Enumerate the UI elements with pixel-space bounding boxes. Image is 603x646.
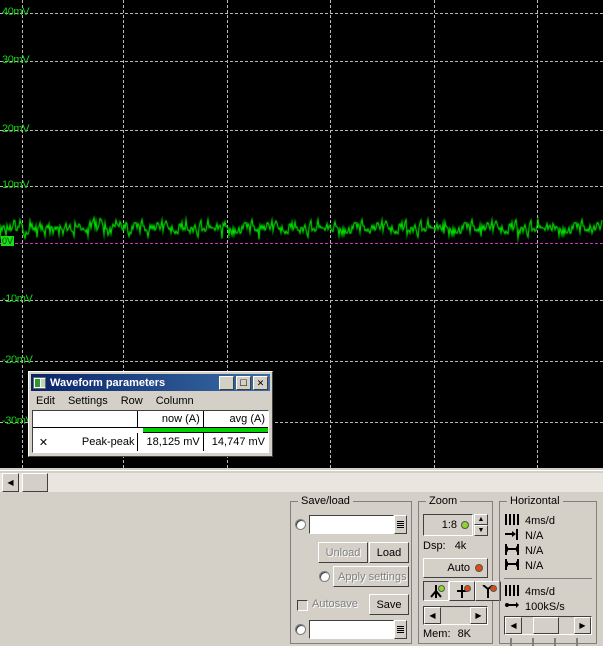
apply-settings-button[interactable]: Apply settings [333, 566, 409, 587]
y-axis-label: 40mV [2, 6, 30, 18]
horizontal-tick-marks [506, 638, 592, 646]
waveform-window-icon [33, 376, 46, 389]
table-header-row: now (A) avg (A) [33, 411, 268, 428]
trigger-mode-left-button[interactable] [423, 581, 449, 601]
window-titlebar[interactable]: Waveform parameters _ ☐ ✕ [31, 374, 270, 391]
zoom-scrollbar[interactable]: ◀ ▶ [423, 606, 488, 625]
horizontal-scrollbar[interactable]: ◀ ▶ [504, 616, 592, 635]
dsp-value: 4k [454, 540, 467, 552]
zoom-increase-icon[interactable]: ▲ [474, 514, 488, 525]
menu-item-column[interactable]: Column [156, 395, 194, 407]
span-icon [505, 558, 521, 573]
column-header-blank [33, 411, 139, 427]
zoom-scroll-left-button[interactable]: ◀ [424, 607, 441, 624]
load-source-radio[interactable] [295, 519, 306, 530]
save-button[interactable]: Save [369, 594, 409, 615]
menu-item-row[interactable]: Row [121, 395, 143, 407]
column-header-now[interactable]: now (A) [138, 411, 204, 427]
save-load-group: Save/load Unload Load Apply settings Aut… [290, 495, 412, 644]
waveform-parameters-window[interactable]: Waveform parameters _ ☐ ✕ Edit Settings … [28, 371, 273, 457]
horizontal-value-delay: N/A [525, 529, 544, 542]
horizontal-value-span-2: N/A [525, 559, 544, 572]
save-path-input[interactable] [309, 620, 394, 639]
scrollbar-thumb[interactable] [22, 473, 48, 492]
save-target-radio[interactable] [295, 624, 306, 635]
horizontal-value-timebase: 4ms/d [525, 514, 555, 527]
delay-icon [505, 528, 521, 543]
span-icon [505, 543, 521, 558]
load-button[interactable]: Load [369, 542, 409, 563]
trigger-mode-right-button[interactable] [475, 581, 501, 601]
bottom-control-panel: Save/load Unload Load Apply settings Aut… [0, 494, 603, 646]
load-browse-icon[interactable] [394, 515, 407, 534]
horizontal-scroll-left-button[interactable]: ◀ [505, 617, 522, 634]
horizontal-title: Horizontal [507, 495, 563, 507]
horizontal-row-timebase: 4ms/d [505, 513, 555, 528]
horizontal-value-timebase-2: 4ms/d [525, 585, 555, 598]
parameters-table[interactable]: now (A) avg (A) ✕ Peak-peak 18,125 mV 14… [32, 410, 269, 453]
zero-volt-label: 0V [1, 236, 15, 246]
horizontal-row-timebase-2: 4ms/d [505, 584, 565, 599]
auto-led [475, 564, 483, 572]
zoom-title: Zoom [426, 495, 461, 507]
zoom-scroll-right-button[interactable]: ▶ [470, 607, 487, 624]
load-path-input[interactable] [309, 515, 394, 534]
column-header-avg[interactable]: avg (A) [204, 411, 268, 427]
samplerate-icon [505, 600, 521, 614]
scroll-left-button[interactable]: ◀ [2, 473, 19, 492]
save-load-title: Save/load [298, 495, 353, 507]
window-title: Waveform parameters [50, 376, 166, 389]
zoom-decrease-icon[interactable]: ▼ [474, 525, 488, 536]
horizontal-row-span-2: N/A [505, 558, 555, 573]
horizontal-group: Horizontal 4ms/d N/A N/A N/A 4ms/d 100kS… [499, 495, 597, 646]
trigger-mode-center-button[interactable] [449, 581, 475, 601]
scrollbar-track[interactable] [0, 473, 603, 492]
horizontal-scrollbar-thumb[interactable] [533, 617, 559, 634]
dsp-label: Dsp: [423, 540, 446, 552]
save-browse-icon[interactable] [394, 620, 407, 639]
horizontal-value-span-1: N/A [525, 544, 544, 557]
horizontal-row-samplerate: 100kS/s [505, 599, 565, 614]
auto-label: Auto [447, 562, 470, 574]
auto-button[interactable]: Auto [423, 558, 488, 578]
horizontal-divider [504, 578, 592, 579]
window-menubar[interactable]: Edit Settings Row Column [32, 393, 269, 408]
row-delete-icon[interactable]: ✕ [33, 433, 54, 451]
mem-label: Mem: [423, 628, 451, 640]
zoom-ratio-value: 1:8 [441, 519, 457, 531]
cell-peak-peak-avg: 14,747 mV [211, 436, 265, 448]
y-axis-label: 20mV [2, 123, 30, 135]
apply-settings-radio[interactable] [319, 571, 330, 582]
timebase-icon [505, 513, 521, 528]
scope-horizontal-scrollbar[interactable]: ◀ [0, 470, 603, 495]
zoom-ratio-led [461, 521, 469, 529]
autosave-label: Autosave [312, 598, 358, 610]
y-axis-label: -10mV [2, 293, 33, 305]
close-icon[interactable]: ✕ [253, 375, 268, 390]
timebase-icon [505, 584, 521, 599]
zoom-ratio-stepper[interactable]: ▲ ▼ [474, 514, 488, 536]
menu-item-settings[interactable]: Settings [68, 395, 108, 407]
horizontal-scroll-right-button[interactable]: ▶ [574, 617, 591, 634]
horizontal-row-span-1: N/A [505, 543, 555, 558]
maximize-icon[interactable]: ☐ [236, 375, 251, 390]
table-row[interactable]: ✕ Peak-peak 18,125 mV 14,747 mV [33, 433, 268, 451]
mem-value: 8K [457, 628, 472, 640]
horizontal-value-samplerate: 100kS/s [525, 600, 565, 613]
autosave-checkbox[interactable] [297, 600, 308, 611]
menu-item-edit[interactable]: Edit [36, 395, 55, 407]
minimize-icon[interactable]: _ [219, 375, 234, 390]
zero-volt-line [0, 243, 603, 244]
y-axis-label: 10mV [2, 179, 30, 191]
cell-peak-peak-now: 18,125 mV [138, 433, 204, 451]
row-label-peak-peak: Peak-peak [54, 433, 139, 451]
horizontal-row-delay: N/A [505, 528, 555, 543]
y-axis-label: 30mV [2, 54, 30, 66]
unload-button[interactable]: Unload [318, 542, 368, 563]
zoom-group: Zoom 1:8 ▲ ▼ Dsp: 4k Auto ◀ ▶ Mem: 8K [418, 495, 501, 644]
y-axis-label: -20mV [2, 354, 33, 366]
